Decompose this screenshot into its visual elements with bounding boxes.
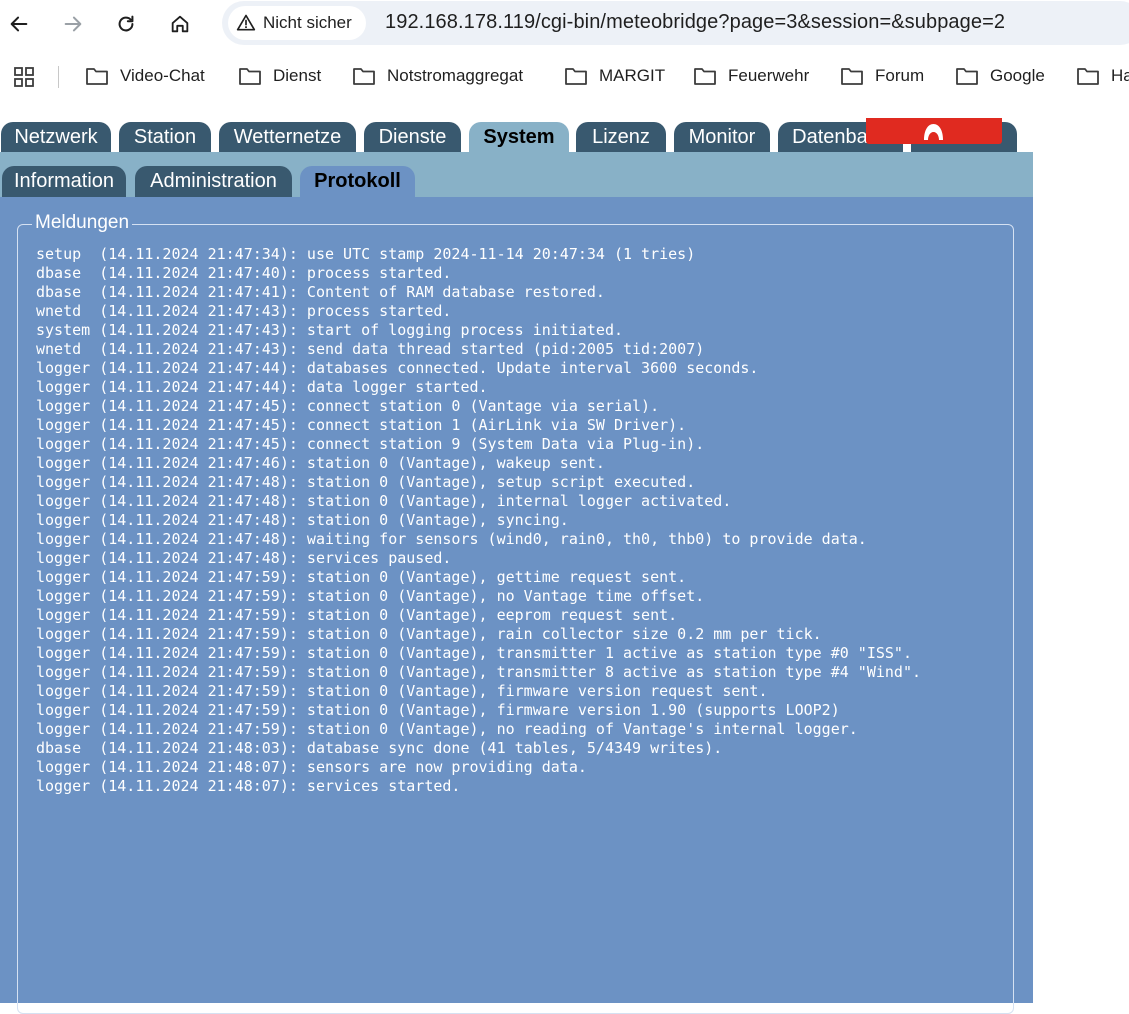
bookmark-margit[interactable]: MARGIT [564,66,665,86]
log-line: logger (14.11.2024 21:47:59): station 0 … [36,606,678,624]
security-indicator[interactable]: Nicht sicher [228,6,366,40]
folder-icon [353,68,375,85]
bookmark-label: Forum [875,66,925,85]
forward-button[interactable] [56,7,90,41]
folder-icon [956,68,978,85]
tab-lizenz[interactable]: Lizenz [576,122,666,152]
bookmark-label: Ha [1111,66,1129,85]
log-line: logger (14.11.2024 21:47:46): station 0 … [36,454,605,472]
bookmark-forum[interactable]: Forum [840,66,924,86]
content-area: Meldungen setup (14.11.2024 21:47:34): u… [0,197,1033,1014]
log-line: logger (14.11.2024 21:47:45): connect st… [36,397,660,415]
log-line: dbase (14.11.2024 21:47:40): process sta… [36,264,452,282]
log-line: logger (14.11.2024 21:47:44): data logge… [36,378,488,396]
log-line: logger (14.11.2024 21:48:07): sensors ar… [36,758,587,776]
folder-icon [239,68,261,85]
bookmark-notstromaggregat[interactable]: Notstromaggregat [352,66,523,86]
browser-toolbar: Nicht sicher 192.168.178.119/cgi-bin/met… [0,0,1129,48]
folder-icon [565,68,587,85]
reload-icon [118,15,134,32]
sub-tab-bar: Information Administration Protokoll [0,152,1033,197]
log-line: setup (14.11.2024 21:47:34): use UTC sta… [36,245,696,263]
bookmark-video-chat[interactable]: Video-Chat [85,66,205,86]
log-line: logger (14.11.2024 21:47:59): station 0 … [36,663,922,681]
bookmark-ha[interactable]: Ha [1076,66,1129,86]
subtab-information[interactable]: Information [2,166,126,197]
url-text[interactable]: 192.168.178.119/cgi-bin/meteobridge?page… [385,11,1005,34]
log-line: system (14.11.2024 21:47:43): start of l… [36,321,623,339]
home-button[interactable] [163,7,197,41]
log-line: logger (14.11.2024 21:47:48): station 0 … [36,492,732,510]
log-line: logger (14.11.2024 21:47:48): station 0 … [36,473,696,491]
red-banner[interactable] [866,118,1002,144]
log-line: logger (14.11.2024 21:47:45): connect st… [36,416,687,434]
log-line: logger (14.11.2024 21:47:48): station 0 … [36,511,569,529]
bookmark-separator [58,66,59,88]
log-line: logger (14.11.2024 21:48:07): services s… [36,777,461,795]
folder-icon [86,68,108,85]
tab-dienste[interactable]: Dienste [364,122,461,152]
home-icon [171,15,189,33]
arrow-right-icon [64,16,82,32]
apps-grid-icon[interactable] [14,67,34,87]
bookmark-label: Feuerwehr [728,66,810,85]
tab-wetternetze[interactable]: Wetternetze [219,122,356,152]
subtab-protokoll[interactable]: Protokoll [300,166,415,197]
log-line: logger (14.11.2024 21:47:44): databases … [36,359,759,377]
log-line: logger (14.11.2024 21:47:48): services p… [36,549,452,567]
bookmark-label: Notstromaggregat [387,66,524,85]
tab-system[interactable]: System [469,122,569,152]
log-line: logger (14.11.2024 21:47:45): connect st… [36,435,705,453]
tab-station[interactable]: Station [119,122,211,152]
log-line: wnetd (14.11.2024 21:47:43): send data t… [36,340,705,358]
log-line: dbase (14.11.2024 21:48:03): database sy… [36,739,723,757]
address-bar[interactable]: Nicht sicher 192.168.178.119/cgi-bin/met… [222,1,1129,45]
tab-netzwerk[interactable]: Netzwerk [1,122,111,152]
arrow-left-icon [10,16,28,32]
bookmarks-bar: Video-Chat Dienst Notstromaggregat MARGI… [0,56,1129,98]
log-line: logger (14.11.2024 21:47:48): waiting fo… [36,530,867,548]
messages-legend: Meldungen [32,212,133,234]
log-line: logger (14.11.2024 21:47:59): station 0 … [36,682,768,700]
bookmark-label: Video-Chat [120,66,205,85]
log-line: dbase (14.11.2024 21:47:41): Content of … [36,283,605,301]
log-output: setup (14.11.2024 21:47:34): use UTC sta… [36,245,921,796]
bookmark-feuerwehr[interactable]: Feuerwehr [693,66,809,86]
bookmark-label: MARGIT [599,66,666,85]
security-label: Nicht sicher [263,13,352,32]
log-line: logger (14.11.2024 21:47:59): station 0 … [36,625,822,643]
bookmark-google[interactable]: Google [955,66,1045,86]
reload-button[interactable] [109,7,143,41]
warning-triangle-icon [236,14,256,31]
back-button[interactable] [2,7,36,41]
mountain-logo-icon [924,124,943,140]
bookmark-dienst[interactable]: Dienst [238,66,321,86]
main-tab-bar: Netzwerk Station Wetternetze Dienste Sys… [0,118,1033,152]
folder-icon [1077,68,1099,85]
subtab-administration[interactable]: Administration [135,166,292,197]
bookmark-label: Google [990,66,1045,85]
log-line: logger (14.11.2024 21:47:59): station 0 … [36,720,858,738]
messages-fieldset: Meldungen setup (14.11.2024 21:47:34): u… [17,212,1014,1014]
tab-monitor[interactable]: Monitor [674,122,770,152]
meteobridge-app: Netzwerk Station Wetternetze Dienste Sys… [0,114,1033,1014]
folder-icon [694,68,716,85]
log-line: logger (14.11.2024 21:47:59): station 0 … [36,568,687,586]
log-line: wnetd (14.11.2024 21:47:43): process sta… [36,302,452,320]
bookmark-label: Dienst [273,66,322,85]
log-line: logger (14.11.2024 21:47:59): station 0 … [36,644,912,662]
folder-icon [841,68,863,85]
log-line: logger (14.11.2024 21:47:59): station 0 … [36,701,840,719]
log-line: logger (14.11.2024 21:47:59): station 0 … [36,587,705,605]
